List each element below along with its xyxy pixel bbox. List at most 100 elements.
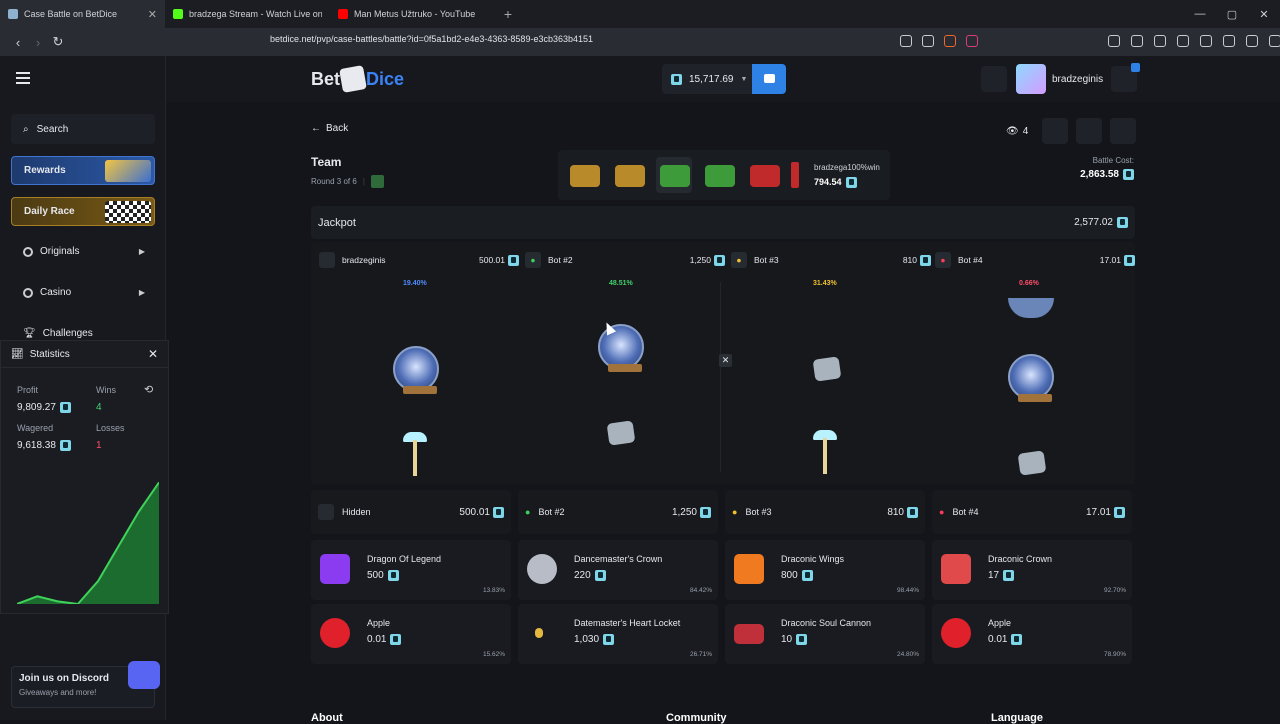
url-field[interactable]: betdice.net/pvp/case-battles/battle?id=0… xyxy=(270,34,593,44)
music-icon[interactable] xyxy=(1154,35,1166,47)
case-4[interactable] xyxy=(701,157,737,193)
summary-name: Bot #2 xyxy=(538,507,565,517)
gem-icon xyxy=(671,73,682,85)
footer-language: Language xyxy=(991,712,1043,724)
summary-name: Bot #3 xyxy=(745,507,772,517)
gem-icon xyxy=(796,634,808,645)
tab-favicon-icon xyxy=(8,9,18,19)
brave-shield-icon[interactable] xyxy=(944,35,956,47)
drop-card: Dragon Of Legend 500 13.83% xyxy=(311,540,511,600)
search-icon: ⌕ xyxy=(23,123,29,135)
wallet-button[interactable] xyxy=(752,64,786,94)
share-icon[interactable] xyxy=(922,35,934,47)
gift-button[interactable] xyxy=(981,66,1007,92)
gem-icon xyxy=(920,254,931,266)
drop-price: 0.01 xyxy=(367,634,402,645)
history-icon[interactable]: ⟲ xyxy=(144,383,153,396)
search-button[interactable]: ⌕ Search xyxy=(11,114,155,144)
sidebar-item-originals[interactable]: Originals ▶ xyxy=(23,246,145,257)
menu-icon[interactable] xyxy=(1269,35,1280,47)
chevron-right-icon: ▶ xyxy=(138,247,145,256)
bot-icon: ● xyxy=(731,252,747,268)
minimize-icon[interactable]: — xyxy=(1184,0,1216,28)
gem-icon xyxy=(603,634,615,645)
forward-nav-icon[interactable]: › xyxy=(28,35,48,50)
case-1[interactable] xyxy=(566,157,602,193)
drop-card: Draconic Wings 800 98.44% xyxy=(725,540,925,600)
case-6[interactable] xyxy=(791,162,799,188)
maximize-icon[interactable]: ▢ xyxy=(1216,0,1248,28)
item-wings-icon xyxy=(734,554,764,584)
browser-tab-2[interactable]: Man Metus Užtruko - YouTube xyxy=(330,0,495,28)
rewards-button[interactable]: Rewards xyxy=(11,156,155,185)
losses-label: Losses xyxy=(96,423,125,433)
back-nav-icon[interactable]: ‹ xyxy=(8,35,28,50)
user-profile[interactable]: bradzeginis xyxy=(1016,64,1103,94)
sidebar-item-casino[interactable]: Casino ▶ xyxy=(23,287,145,298)
gem-icon xyxy=(387,570,399,581)
drop-roll: 92.70% xyxy=(1103,587,1126,594)
close-tab-icon[interactable]: ✕ xyxy=(148,8,157,21)
browser-tab-0[interactable]: Case Battle on BetDice ✕ xyxy=(0,0,165,28)
screenshot-icon[interactable] xyxy=(900,35,912,47)
sidebar-item-challenges[interactable]: 🏆︎ Challenges xyxy=(23,328,145,339)
battle-mode: Team xyxy=(311,155,342,169)
player-value: 810 xyxy=(903,254,931,266)
statistics-title: Statistics xyxy=(29,348,70,360)
item-crown-icon xyxy=(527,554,557,584)
username: bradzeginis xyxy=(1052,73,1104,85)
wallet-icon[interactable] xyxy=(1200,35,1212,47)
close-icon[interactable]: ✕ xyxy=(148,347,158,361)
gem-icon xyxy=(594,570,606,581)
reload-icon[interactable]: ↻ xyxy=(48,34,68,50)
case-5[interactable] xyxy=(746,157,782,193)
case-3-current[interactable] xyxy=(656,157,692,193)
player-1: bradzeginis 500.01 xyxy=(319,252,519,268)
summary-value: 17.01 xyxy=(1086,506,1125,518)
sound-button[interactable] xyxy=(1110,118,1136,144)
browser-tabbar: Case Battle on BetDice ✕ bradzega Stream… xyxy=(0,0,1280,28)
copy-button[interactable] xyxy=(1042,118,1068,144)
gem-icon xyxy=(390,634,402,645)
drop-card: Dancemaster's Crown 220 84.42% xyxy=(518,540,718,600)
fairness-shield-button[interactable] xyxy=(1076,118,1102,144)
pickaxe-icon xyxy=(403,432,427,476)
back-button[interactable]: ← Back xyxy=(311,123,348,134)
betdice-logo[interactable]: Bet Dice xyxy=(311,65,404,93)
bot-icon: ● xyxy=(935,252,951,268)
win-percentage: 0.66% xyxy=(1019,280,1039,287)
case-2[interactable] xyxy=(611,157,647,193)
player-name: Bot #2 xyxy=(548,255,573,265)
reader-icon[interactable] xyxy=(1131,35,1143,47)
drop-card: Apple 0.01 15.62% xyxy=(311,604,511,664)
profit-label: Profit xyxy=(17,385,39,395)
wagered-label: Wagered xyxy=(17,423,54,433)
site-header: Bet Dice 15,717.69 ▼ bradzeginis xyxy=(166,56,1280,102)
jackpot-label: Jackpot xyxy=(318,216,356,229)
tab-title: Case Battle on BetDice xyxy=(24,9,118,19)
discord-banner[interactable]: Join us on Discord Giveaways and more! xyxy=(11,661,160,708)
player-amount: 1,250 xyxy=(689,255,711,265)
gem-icon xyxy=(1011,634,1023,645)
new-tab-button[interactable]: + xyxy=(495,6,521,22)
vpn-icon[interactable] xyxy=(1246,35,1258,47)
battle-arena: bradzeginis 500.01 ● Bot #2 1,250 ● Bot … xyxy=(311,242,1135,484)
close-window-icon[interactable]: ✕ xyxy=(1248,0,1280,28)
battle-page: ← Back 👁︎ 4 Team Round 3 of 6 | bradzega10… xyxy=(166,102,1280,724)
hamburger-icon[interactable] xyxy=(16,72,30,87)
leo-icon[interactable] xyxy=(1223,35,1235,47)
summary-name: Bot #4 xyxy=(952,507,979,517)
lock-icon xyxy=(370,175,384,188)
browser-tab-1[interactable]: bradzega Stream - Watch Live on Kic xyxy=(165,0,330,28)
drop-roll: 13.83% xyxy=(482,587,505,594)
arrow-left-icon: ← xyxy=(311,123,321,134)
discord-subtitle: Giveaways and more! xyxy=(19,688,97,697)
rewards-triangle-icon[interactable] xyxy=(966,35,978,47)
drop-price: 1,030 xyxy=(574,634,615,645)
sidebar-toggle-icon[interactable] xyxy=(1177,35,1189,47)
daily-race-button[interactable]: Daily Race xyxy=(11,197,155,226)
gem-icon xyxy=(1124,254,1135,266)
battle-cost: Battle Cost: 2,863.58 xyxy=(1036,156,1134,180)
chat-button[interactable] xyxy=(1111,63,1140,92)
extensions-icon[interactable] xyxy=(1108,35,1120,47)
